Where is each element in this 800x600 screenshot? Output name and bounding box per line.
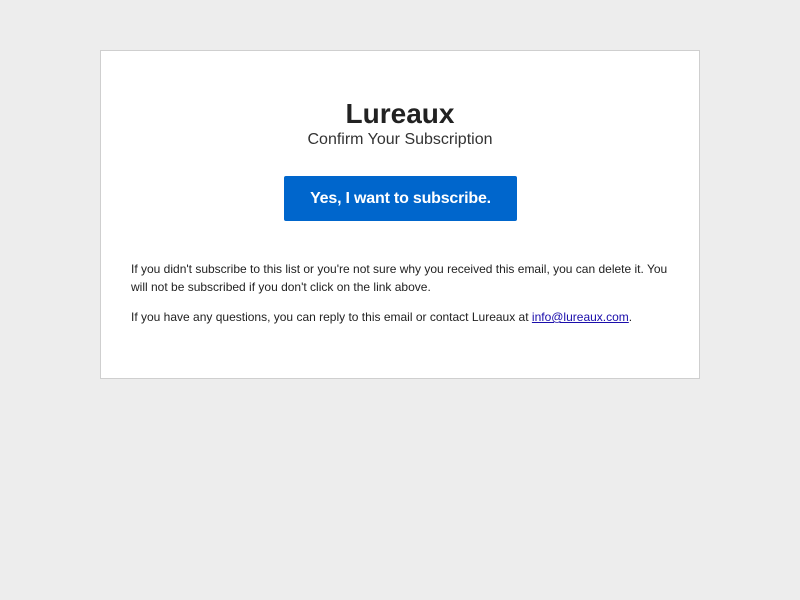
contact-email-link[interactable]: info@lureaux.com: [532, 310, 629, 324]
contact-paragraph: If you have any questions, you can reply…: [131, 308, 671, 326]
contact-text-suffix: .: [628, 310, 633, 324]
page-subtitle: Confirm Your Subscription: [307, 131, 493, 148]
brand-title: Lureaux: [345, 98, 455, 129]
confirm-subscribe-button[interactable]: Yes, I want to subscribe.: [284, 176, 517, 221]
contact-text-prefix: If you have any questions, you can reply…: [131, 310, 532, 324]
email-card: Lureaux Confirm Your Subscription Yes, I…: [100, 50, 700, 379]
disclaimer-paragraph: If you didn't subscribe to this list or …: [131, 262, 668, 294]
